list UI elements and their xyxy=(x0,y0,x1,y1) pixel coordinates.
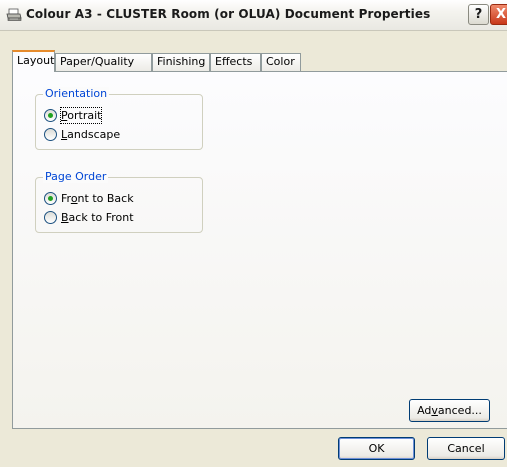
cancel-button[interactable]: Cancel xyxy=(427,437,505,460)
portrait-label: Portrait xyxy=(59,107,103,124)
title-bar[interactable]: Colour A3 - CLUSTER Room (or OLUA) Docum… xyxy=(0,0,507,31)
printer-icon xyxy=(6,8,22,21)
back-to-front-label: Back to Front xyxy=(61,211,134,224)
radio-button[interactable] xyxy=(44,128,57,141)
front-to-back-label: Front to Back xyxy=(61,192,134,205)
cancel-label: Cancel xyxy=(447,442,485,455)
tab-label: Layout xyxy=(17,54,55,67)
layout-tab-panel: Orientation Portrait Landscape Page Orde… xyxy=(12,71,507,429)
help-icon: ? xyxy=(474,7,483,22)
document-properties-window: Colour A3 - CLUSTER Room (or OLUA) Docum… xyxy=(0,0,507,467)
tab-paper-quality[interactable]: Paper/Quality xyxy=(55,53,152,71)
tab-finishing[interactable]: Finishing xyxy=(152,53,210,71)
tab-layout[interactable]: Layout xyxy=(12,50,55,72)
radio-button[interactable] xyxy=(44,211,57,224)
close-icon: X xyxy=(495,7,507,22)
orientation-group: Orientation Portrait Landscape xyxy=(35,87,203,150)
page-order-group: Page Order Front to Back Back to Front xyxy=(35,170,203,233)
tab-label: Color xyxy=(266,55,295,68)
tab-label: Paper/Quality xyxy=(60,55,135,68)
help-button[interactable]: ? xyxy=(468,4,489,25)
advanced-button[interactable]: Advanced... xyxy=(409,399,490,422)
tab-label: Effects xyxy=(215,55,253,68)
tab-label: Finishing xyxy=(157,55,206,68)
orientation-legend: Orientation xyxy=(43,87,110,100)
tab-color[interactable]: Color xyxy=(261,53,301,71)
window-title: Colour A3 - CLUSTER Room (or OLUA) Docum… xyxy=(26,7,431,21)
ok-button[interactable]: OK xyxy=(338,437,415,460)
close-button[interactable]: X xyxy=(490,4,507,25)
radio-button[interactable] xyxy=(44,192,57,205)
radio-button[interactable] xyxy=(44,109,57,122)
tab-effects[interactable]: Effects xyxy=(210,53,261,71)
page-order-legend: Page Order xyxy=(43,170,109,183)
landscape-label: Landscape xyxy=(61,128,121,141)
ok-label: OK xyxy=(368,442,385,455)
